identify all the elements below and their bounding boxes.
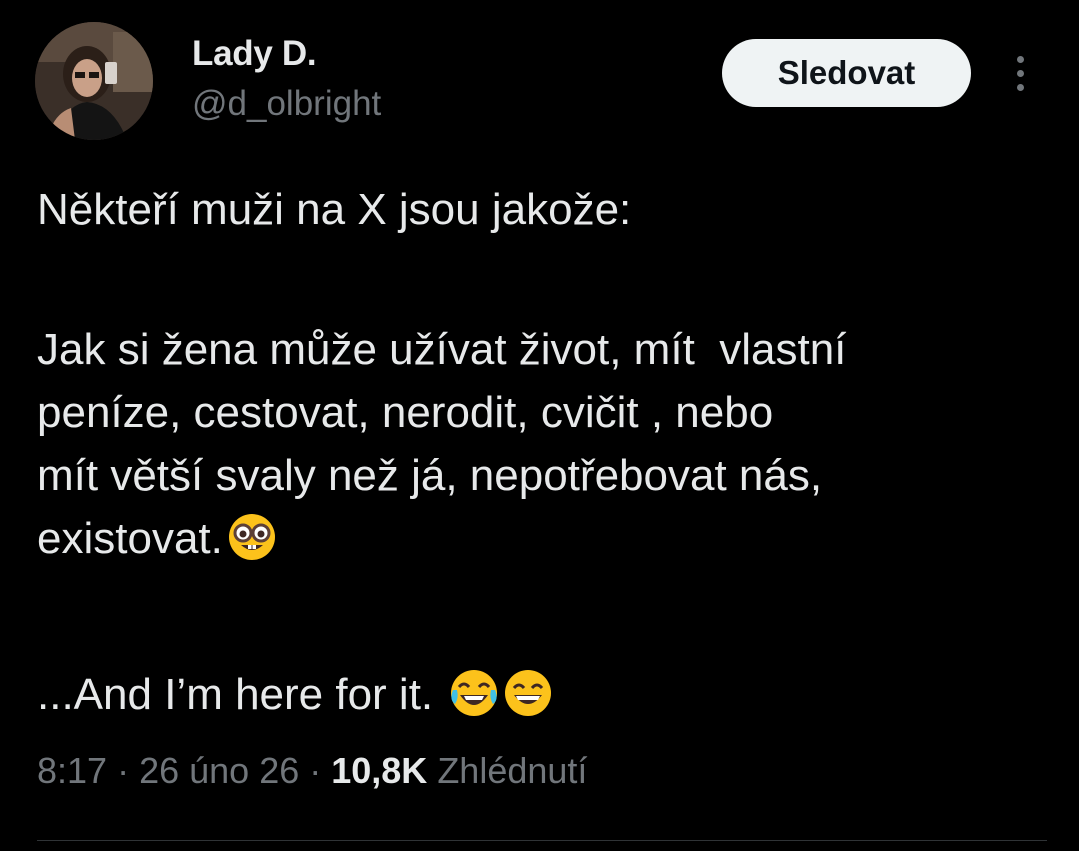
follow-button[interactable]: Sledovat xyxy=(722,39,971,107)
meta-separator: · xyxy=(299,750,332,791)
avatar[interactable] xyxy=(35,22,153,140)
tweet-text-line: peníze, cestovat, nerodit, cvičit , nebo xyxy=(37,388,774,437)
dot xyxy=(1016,55,1024,63)
grinning-face-emoji xyxy=(505,670,552,716)
tweet-text-line: Jak si žena může užívat život, mít vlast… xyxy=(37,325,847,374)
tweet-text-paragraph: Jak si žena může užívat život, mít vlast… xyxy=(37,318,1047,570)
tweet-text-line: mít větší svaly než já, nepotřebovat nás… xyxy=(37,451,823,500)
tweet: Lady D. @d_olbright Sledovat Někteří muž… xyxy=(0,0,1079,851)
tweet-text-line: Někteří muži na X jsou jakože: xyxy=(37,185,632,234)
tweet-meta: 8:17 · 26 úno 26 · 10,8K Zhlédnutí xyxy=(37,750,587,792)
views-label: Zhlédnutí xyxy=(427,750,588,791)
more-options-icon[interactable] xyxy=(1002,48,1038,98)
dot xyxy=(1016,69,1024,77)
tweet-time[interactable]: 8:17 xyxy=(37,750,107,791)
tweet-text-closing: ...And I’m here for it. xyxy=(37,670,446,719)
laughing-tears-emoji xyxy=(451,670,498,716)
divider xyxy=(37,840,1047,841)
meta-separator: · xyxy=(107,750,140,791)
author-display-name[interactable]: Lady D. xyxy=(192,34,317,74)
tweet-text-line: ...And I’m here for it. xyxy=(37,663,1047,726)
profile-photo xyxy=(35,22,153,140)
views-count[interactable]: 10,8K xyxy=(331,750,427,791)
tweet-date[interactable]: 26 úno 26 xyxy=(139,750,299,791)
nerd-face-emoji xyxy=(228,514,275,560)
dot xyxy=(1016,83,1024,91)
author-handle[interactable]: @d_olbright xyxy=(192,84,381,124)
tweet-text-line: existovat. xyxy=(37,514,223,563)
